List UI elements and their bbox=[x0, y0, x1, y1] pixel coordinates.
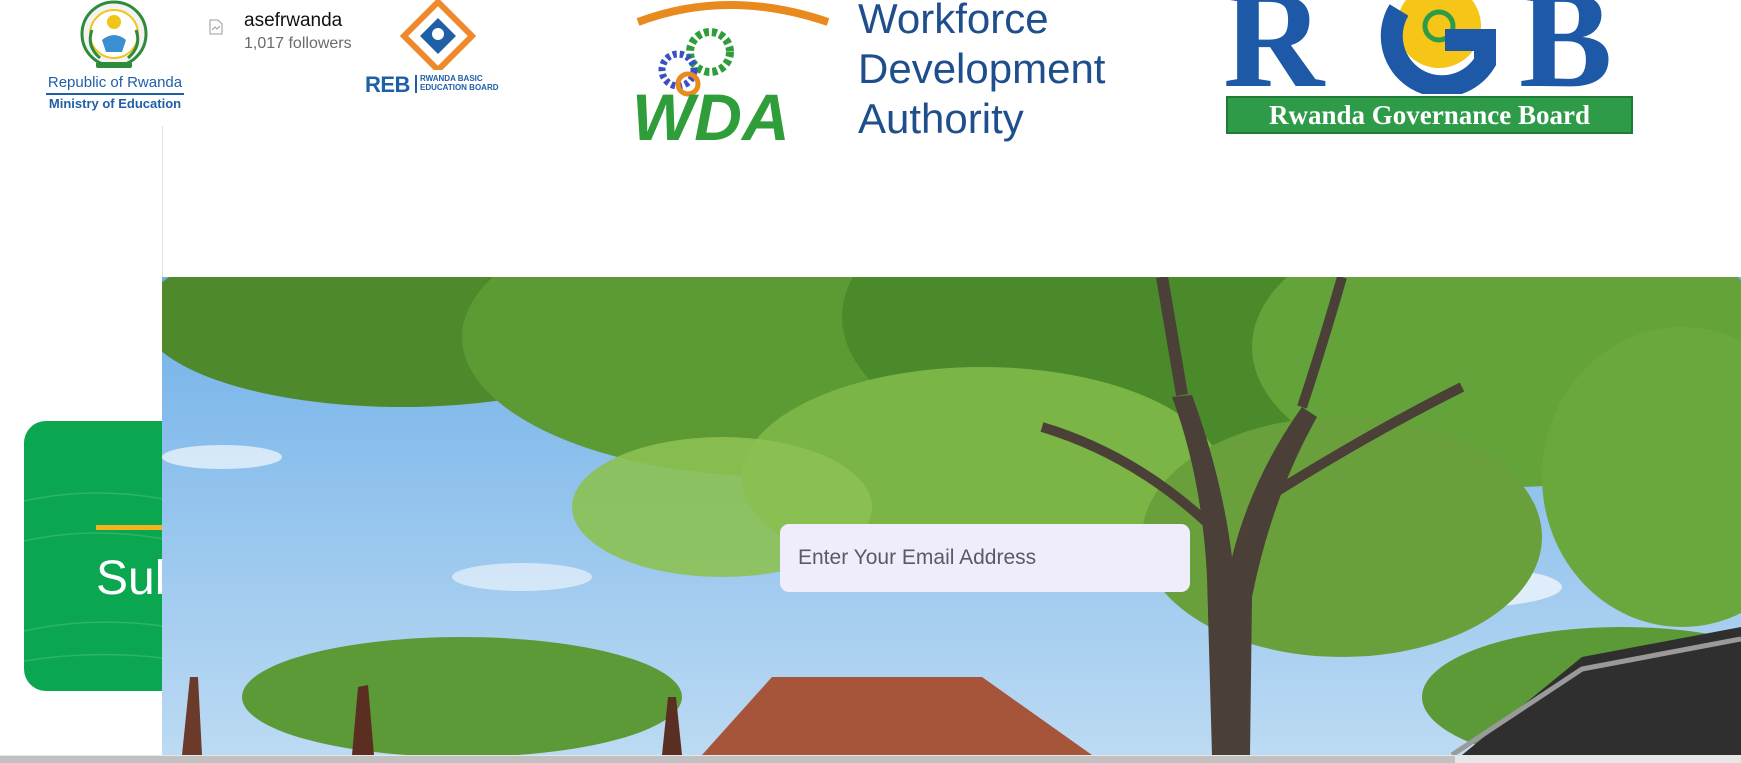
rgb-logo: R B Rwanda Governance Board bbox=[1223, 0, 1635, 140]
wda-name: Workforce Development Authority bbox=[858, 0, 1105, 144]
follower-count: 1,017 followers bbox=[244, 35, 352, 52]
svg-text:B: B bbox=[1519, 0, 1612, 94]
reb-diamond-icon bbox=[399, 0, 477, 70]
ministry-logo-line1: Republic of Rwanda bbox=[47, 74, 183, 91]
ministry-logo-rule bbox=[46, 93, 184, 95]
reb-logo: REB RWANDA BASIC EDUCATION BOARD bbox=[365, 0, 515, 100]
ministry-of-education-logo: Republic of Rwanda Ministry of Education bbox=[40, 0, 190, 112]
svg-text:R: R bbox=[1223, 0, 1326, 94]
email-input[interactable] bbox=[780, 524, 1190, 592]
hero-photo bbox=[162, 277, 1741, 755]
rwanda-coat-of-arms-icon bbox=[80, 0, 148, 68]
wda-gears-icon: WDA bbox=[632, 1, 830, 150]
horizontal-scrollbar[interactable] bbox=[0, 755, 1741, 763]
reb-full-name: RWANDA BASIC EDUCATION BOARD bbox=[420, 74, 499, 92]
reb-line1: RWANDA BASIC bbox=[420, 74, 483, 83]
reb-divider bbox=[415, 75, 417, 93]
wda-line1: Workforce bbox=[858, 0, 1049, 42]
scrollbar-thumb[interactable] bbox=[0, 756, 1455, 763]
broken-image-icon bbox=[209, 19, 223, 35]
account-handle[interactable]: asefrwanda bbox=[244, 10, 342, 32]
wda-line2: Development bbox=[858, 45, 1106, 92]
ministry-logo-line2: Ministry of Education bbox=[48, 96, 182, 111]
rgb-sun-icon: R B bbox=[1223, 0, 1612, 94]
svg-text:WDA: WDA bbox=[632, 80, 790, 150]
sidebar-divider bbox=[162, 126, 163, 278]
reb-abbr: REB bbox=[365, 72, 410, 97]
rgb-band: Rwanda Governance Board bbox=[1226, 96, 1633, 134]
hero-photo-drawing bbox=[162, 277, 1741, 755]
wda-logo: WDA Workforce Development Authority bbox=[628, 0, 1118, 150]
wda-line3: Authority bbox=[858, 95, 1024, 142]
reb-line2: EDUCATION BOARD bbox=[420, 83, 499, 92]
